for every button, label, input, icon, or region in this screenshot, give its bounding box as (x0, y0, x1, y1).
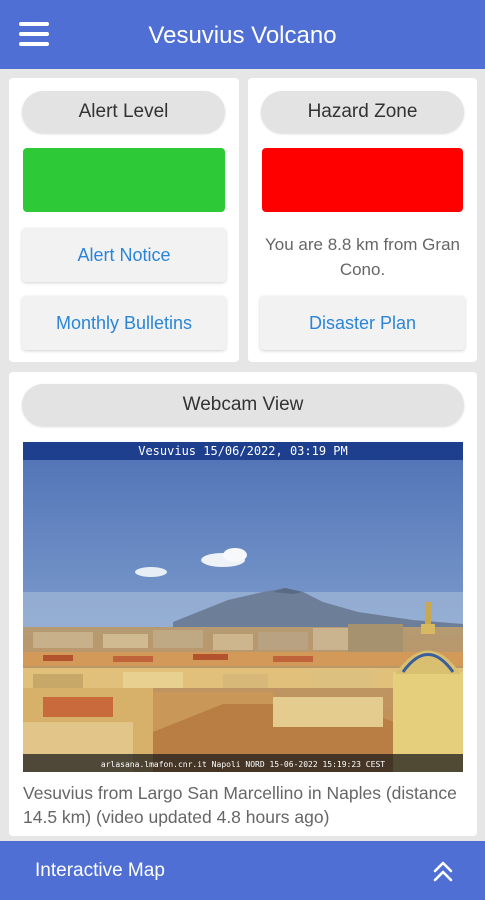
hazard-zone-card: Hazard Zone You are 8.8 km from Gran Con… (248, 78, 477, 362)
alert-level-heading: Alert Level (22, 91, 225, 133)
webcam-card: Webcam View Vesuvius 15/06/2022, 03:19 P… (9, 372, 477, 836)
double-chevron-up-icon[interactable] (431, 859, 455, 883)
disaster-plan-button[interactable]: Disaster Plan (260, 296, 465, 350)
alert-level-indicator (23, 148, 225, 212)
interactive-map-bar[interactable]: Interactive Map (0, 841, 485, 900)
webcam-caption: Vesuvius from Largo San Marcellino in Na… (23, 783, 457, 827)
webcam-timestamp: Vesuvius 15/06/2022, 03:19 PM (138, 444, 348, 458)
alert-level-card: Alert Level Alert Notice Monthly Bulleti… (9, 78, 239, 362)
hazard-zone-indicator (262, 148, 463, 212)
monthly-bulletins-button[interactable]: Monthly Bulletins (22, 296, 226, 350)
webcam-heading: Webcam View (22, 384, 464, 426)
app-bar: Vesuvius Volcano (0, 0, 485, 69)
hazard-zone-heading: Hazard Zone (261, 91, 464, 133)
alert-notice-button[interactable]: Alert Notice (22, 228, 226, 282)
distance-text: You are 8.8 km from Gran Cono. (265, 235, 460, 279)
webcam-footer: arlasana.lmafon.cnr.it Napoli NORD 15-06… (101, 760, 385, 769)
webcam-image[interactable]: Vesuvius 15/06/2022, 03:19 PM arlasana.l… (23, 442, 463, 772)
app-title: Vesuvius Volcano (148, 22, 337, 49)
interactive-map-label: Interactive Map (35, 860, 165, 881)
